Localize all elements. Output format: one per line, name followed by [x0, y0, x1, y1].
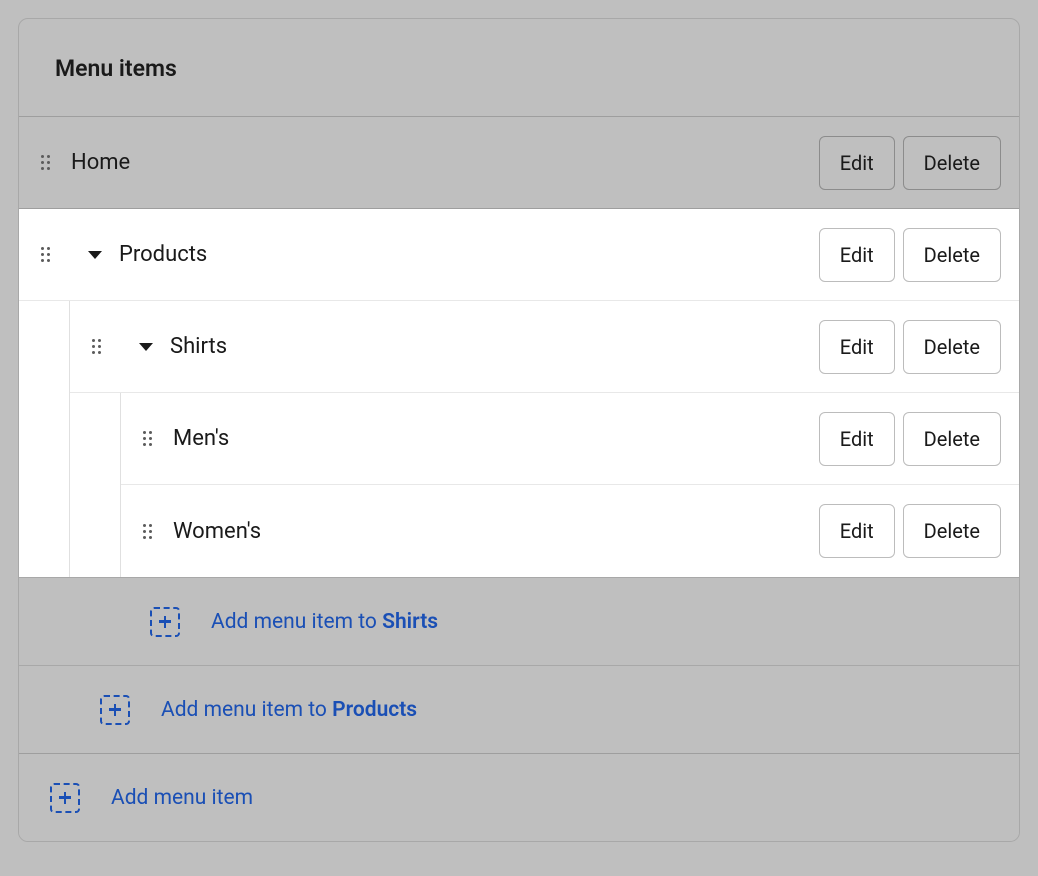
delete-button[interactable]: Delete [903, 504, 1001, 558]
drag-handle-icon[interactable] [19, 155, 71, 170]
delete-button[interactable]: Delete [903, 412, 1001, 466]
drag-handle-icon[interactable] [19, 247, 71, 262]
menu-item-home: Home Edit Delete [19, 117, 1019, 209]
plus-dashed-icon [100, 695, 130, 725]
menu-item-label: Men's [173, 426, 229, 451]
drag-handle-icon[interactable] [70, 339, 122, 354]
menu-item-mens: Men's Edit Delete [121, 393, 1019, 485]
edit-button[interactable]: Edit [819, 504, 895, 558]
caret-down-icon[interactable] [122, 343, 170, 351]
shirts-children: Men's Edit Delete Women's [120, 393, 1019, 577]
delete-button[interactable]: Delete [903, 228, 1001, 282]
caret-down-icon[interactable] [71, 251, 119, 259]
card-header: Menu items [19, 19, 1019, 117]
menu-items-card: Menu items Home Edit Delete Products [18, 18, 1020, 842]
products-children: Shirts Edit Delete Men's [69, 301, 1019, 577]
edit-button[interactable]: Edit [819, 412, 895, 466]
menu-item-shirts: Shirts Edit Delete [70, 301, 1019, 393]
edit-button[interactable]: Edit [819, 136, 895, 190]
add-item-label: Add menu item to Shirts [211, 610, 438, 634]
add-menu-item-to-products[interactable]: Add menu item to Products [19, 665, 1019, 753]
expanded-section: Products Edit Delete Shirts Edit D [19, 209, 1019, 577]
menu-item-label: Products [119, 242, 207, 267]
menu-item-products: Products Edit Delete [19, 209, 1019, 301]
menu-item-label: Home [71, 150, 130, 175]
edit-button[interactable]: Edit [819, 228, 895, 282]
add-menu-item-root[interactable]: Add menu item [19, 753, 1019, 841]
card-title: Menu items [55, 55, 983, 82]
delete-button[interactable]: Delete [903, 320, 1001, 374]
menu-item-womens: Women's Edit Delete [121, 485, 1019, 577]
drag-handle-icon[interactable] [121, 524, 173, 539]
add-item-label: Add menu item [111, 786, 253, 810]
delete-button[interactable]: Delete [903, 136, 1001, 190]
edit-button[interactable]: Edit [819, 320, 895, 374]
drag-handle-icon[interactable] [121, 431, 173, 446]
menu-item-label: Shirts [170, 334, 227, 359]
plus-dashed-icon [50, 783, 80, 813]
add-item-label: Add menu item to Products [161, 698, 417, 722]
plus-dashed-icon [150, 607, 180, 637]
menu-item-label: Women's [173, 519, 261, 544]
add-menu-item-to-shirts[interactable]: Add menu item to Shirts [19, 577, 1019, 665]
